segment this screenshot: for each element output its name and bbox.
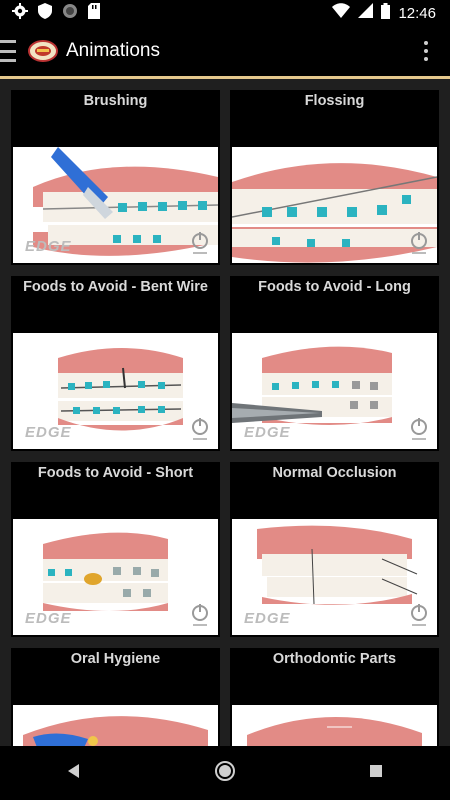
animation-thumbnail: EDGE — [232, 519, 437, 635]
animation-thumbnail: EDGE — [13, 147, 218, 263]
animation-card-orthodontic-parts[interactable]: Orthodontic Parts — [230, 648, 439, 746]
circle-icon — [62, 3, 78, 24]
power-icon — [190, 231, 210, 257]
appbar-divider — [0, 76, 450, 79]
edge-brand-label: EDGE — [244, 610, 291, 627]
animation-thumbnail — [13, 705, 218, 746]
clock: 12:46 — [398, 4, 436, 22]
animation-thumbnail: EDGE — [232, 333, 437, 449]
animation-card-brushing[interactable]: Brushing EDGE — [11, 90, 220, 265]
power-icon — [190, 603, 210, 629]
power-icon — [409, 417, 429, 443]
home-icon[interactable] — [214, 760, 236, 787]
card-title: Flossing — [304, 93, 365, 109]
menu-icon[interactable] — [0, 40, 18, 62]
animation-grid: Brushing EDGE Flossing Foods to Avoid - … — [11, 90, 439, 746]
card-title: Foods to Avoid - Long — [258, 279, 411, 295]
sdcard-icon — [88, 2, 100, 24]
shield-icon — [38, 2, 52, 24]
animation-card-flossing[interactable]: Flossing — [230, 90, 439, 265]
card-title: Foods to Avoid - Bent Wire — [23, 279, 208, 295]
status-bar: 12:46 — [0, 0, 450, 26]
edge-brand-label: EDGE — [25, 238, 72, 255]
card-title: Brushing — [83, 93, 148, 109]
edge-brand-label: EDGE — [25, 610, 72, 627]
battery-icon — [381, 2, 391, 24]
animation-thumbnail — [232, 705, 437, 746]
power-icon — [409, 231, 429, 257]
page-title: Animations — [66, 40, 160, 61]
navigation-bar — [0, 746, 450, 800]
app-bar: Animations — [0, 26, 450, 76]
edge-brand-label: EDGE — [244, 424, 291, 441]
gear-icon — [12, 2, 28, 24]
recents-icon[interactable] — [368, 763, 384, 784]
card-title: Oral Hygiene — [70, 651, 161, 667]
animation-card-oral-hygiene[interactable]: Oral Hygiene — [11, 648, 220, 746]
animation-thumbnail — [232, 147, 437, 263]
power-icon — [409, 603, 429, 629]
wifi-icon — [332, 3, 351, 23]
animation-thumbnail: EDGE — [13, 333, 218, 449]
back-icon[interactable] — [66, 763, 82, 784]
edge-brand-label: EDGE — [25, 424, 72, 441]
signal-icon — [358, 3, 374, 23]
card-title: Normal Occlusion — [272, 465, 397, 481]
card-title: Orthodontic Parts — [272, 651, 397, 667]
animation-card-foods-bent-wire[interactable]: Foods to Avoid - Bent Wire EDGE — [11, 276, 220, 451]
animation-card-normal-occlusion[interactable]: Normal Occlusion EDGE — [230, 462, 439, 637]
card-title: Foods to Avoid - Short — [37, 465, 194, 481]
animation-card-foods-long[interactable]: Foods to Avoid - Long EDGE — [230, 276, 439, 451]
logo — [28, 40, 58, 62]
animation-card-foods-short[interactable]: Foods to Avoid - Short EDGE — [11, 462, 220, 637]
animation-thumbnail: EDGE — [13, 519, 218, 635]
power-icon — [190, 417, 210, 443]
overflow-menu-icon[interactable] — [424, 41, 428, 61]
